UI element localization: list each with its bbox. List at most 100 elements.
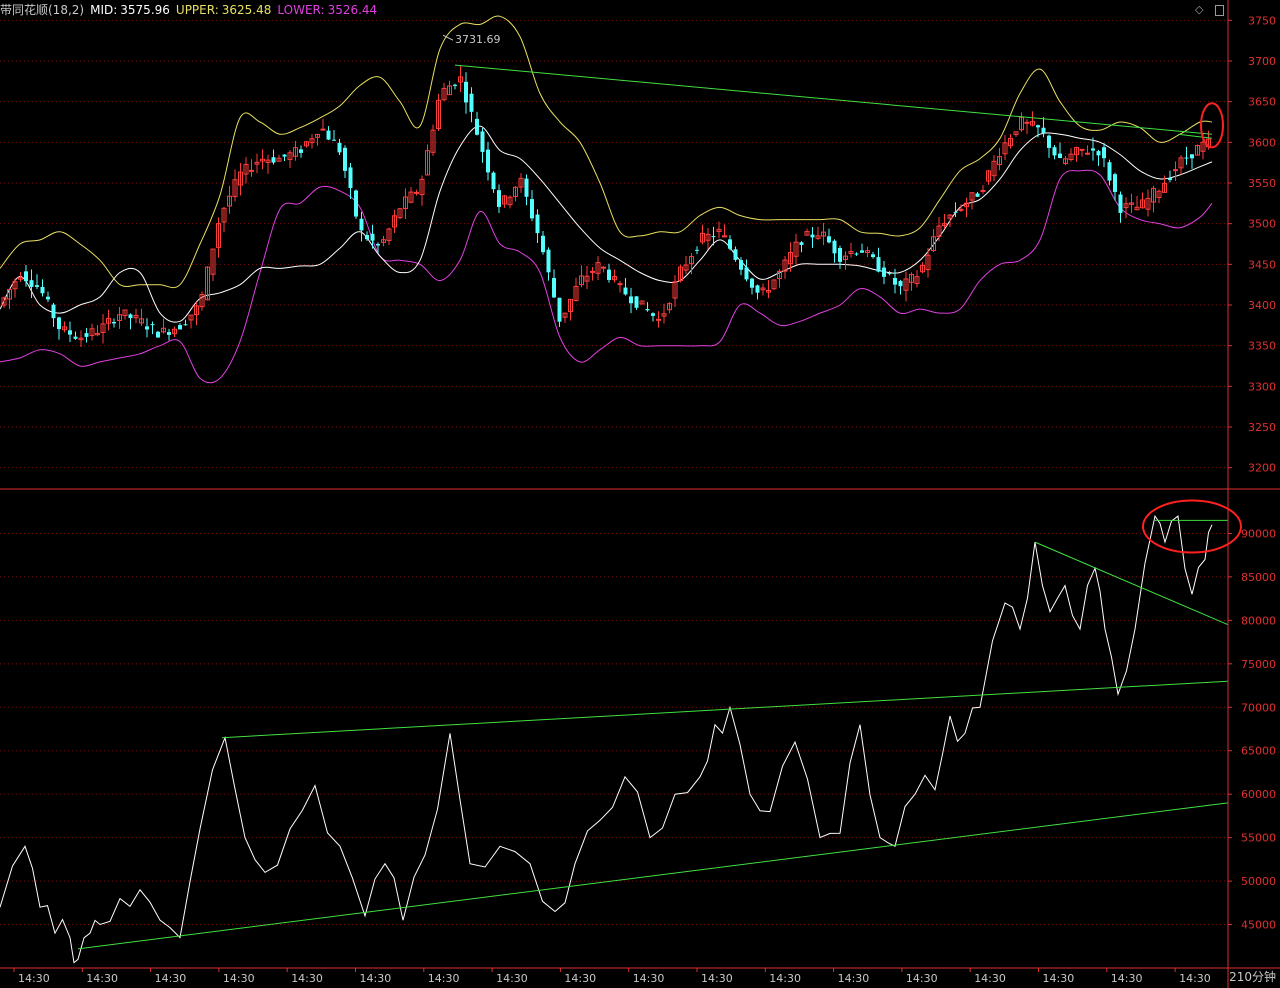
candle-body xyxy=(475,118,479,135)
candle-body xyxy=(651,313,655,316)
price-tick-label: 3700 xyxy=(1248,55,1276,68)
mid-label: MID: xyxy=(90,3,118,17)
candle-body xyxy=(57,317,61,330)
time-tick-labels: 14:30 14:30 14:30 14:30 14:30 14:30 14:30 14:30… xyxy=(13,968,1211,985)
candle-body xyxy=(958,208,964,211)
price-trend-line xyxy=(454,64,1213,135)
candle-body xyxy=(629,296,633,304)
osc-tick-label: 60000 xyxy=(1241,788,1276,801)
candle-body xyxy=(167,332,171,335)
candle-body xyxy=(1079,148,1085,151)
candle-body xyxy=(1091,148,1095,151)
time-tick-label: 14:30 xyxy=(18,972,50,985)
candle-body xyxy=(73,336,78,339)
candle-body xyxy=(24,271,28,282)
candle-body xyxy=(480,131,485,152)
candle-body xyxy=(112,322,116,324)
lower-value: 3526.44 xyxy=(327,3,378,17)
candle-body xyxy=(799,242,804,245)
candle-body xyxy=(1168,178,1172,181)
price-trend-line xyxy=(1177,133,1213,139)
time-tick-label: 14:30 xyxy=(564,972,596,985)
candle-body xyxy=(469,93,474,112)
time-tick-label: 14:30 xyxy=(86,972,118,985)
time-tick-label: 14:30 xyxy=(1179,972,1211,985)
candle-body xyxy=(1173,169,1178,172)
panel-controls: ◇ xyxy=(1195,3,1224,16)
oscillator-series xyxy=(0,514,1213,964)
candle-body xyxy=(453,84,457,86)
candle-body xyxy=(486,149,490,173)
mid-band-line xyxy=(0,125,1213,323)
osc-tick-label: 55000 xyxy=(1241,832,1276,845)
grid-lines xyxy=(0,19,1228,926)
candle-body xyxy=(40,287,45,294)
candle-body xyxy=(1052,147,1057,156)
candle-body xyxy=(1113,174,1117,192)
candle-body xyxy=(980,189,986,192)
candle-body xyxy=(35,285,39,287)
price-tick-label: 3250 xyxy=(1248,421,1276,434)
candle-body xyxy=(337,142,342,153)
candle-body xyxy=(1036,125,1040,128)
candle-body xyxy=(1102,147,1106,159)
candle-body xyxy=(1024,121,1030,124)
candle-body xyxy=(552,277,556,298)
candle-body xyxy=(898,281,903,287)
price-tick-label: 3300 xyxy=(1248,380,1276,393)
candle-body xyxy=(733,249,738,260)
price-tick-label: 3400 xyxy=(1248,299,1276,312)
osc-trend-line xyxy=(221,680,1229,739)
diamond-icon[interactable]: ◇ xyxy=(1195,3,1203,16)
candle-body xyxy=(326,130,331,140)
candle-body xyxy=(354,190,358,217)
osc-tick-label: 70000 xyxy=(1241,701,1276,714)
candle-body xyxy=(541,235,545,253)
osc-tick-label: 80000 xyxy=(1241,614,1276,627)
time-tick-label: 14:30 xyxy=(974,972,1006,985)
price-tick-label: 3200 xyxy=(1248,462,1276,475)
candle-body xyxy=(887,273,892,275)
candle-body xyxy=(695,249,699,251)
price-tick-label: 3500 xyxy=(1248,218,1276,231)
high-value-label: 3731.69 xyxy=(455,33,501,46)
candle-body xyxy=(150,324,155,326)
candle-body xyxy=(645,309,650,311)
candle-body xyxy=(524,178,529,197)
candle-body xyxy=(1085,152,1090,155)
time-tick-label: 14:30 xyxy=(1043,972,1075,985)
osc-tick-label: 45000 xyxy=(1241,919,1276,932)
osc-tick-label: 75000 xyxy=(1241,658,1276,671)
upper-band-line xyxy=(0,15,1213,289)
time-tick-label: 14:30 xyxy=(428,972,460,985)
candle-body xyxy=(376,243,380,246)
price-tick-label: 3350 xyxy=(1248,340,1276,353)
candle-body xyxy=(739,260,743,270)
mid-value: 3575.96 xyxy=(120,3,170,17)
time-tick-label: 14:30 xyxy=(769,972,801,985)
candle-body xyxy=(365,234,369,240)
period-label[interactable]: 210分钟 xyxy=(1229,968,1276,985)
candle-body xyxy=(607,269,611,280)
osc-highlight-ellipse xyxy=(1142,499,1242,554)
candle-body xyxy=(656,318,661,321)
osc-tick-label: 85000 xyxy=(1241,571,1276,584)
candle-body xyxy=(183,324,188,326)
oscillator-trend-lines xyxy=(77,519,1229,950)
candle-body xyxy=(1107,162,1112,181)
candle-body xyxy=(156,331,160,338)
candle-body xyxy=(1058,153,1062,159)
candle-body xyxy=(1047,135,1051,148)
maximize-icon[interactable] xyxy=(1214,4,1224,16)
candle-body xyxy=(46,296,50,300)
upper-value: 3625.48 xyxy=(221,3,272,17)
candle-body xyxy=(953,211,958,213)
kline-chart[interactable]: 3200 3250 3300 3350 3400 3450 3500 3550 3600 3650… xyxy=(0,0,1280,988)
candle-body xyxy=(1118,194,1123,213)
candle-body xyxy=(128,314,133,319)
price-highlight-ellipse xyxy=(1200,102,1224,149)
upper-label: UPPER: xyxy=(175,3,219,17)
time-tick-label: 14:30 xyxy=(291,972,323,985)
candle-body xyxy=(827,236,831,243)
candle-body xyxy=(711,236,716,238)
